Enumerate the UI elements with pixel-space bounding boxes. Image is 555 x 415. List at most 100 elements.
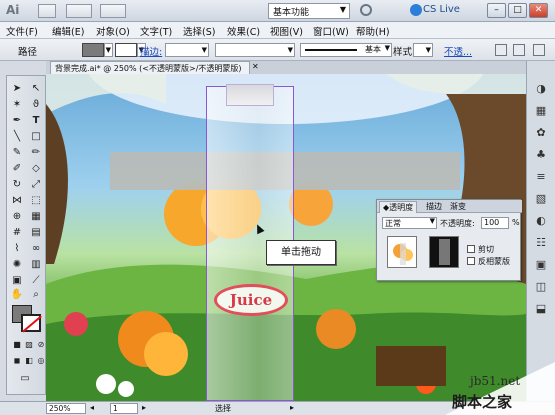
status-text: 选择 xyxy=(215,404,231,413)
symbol-sprayer-tool-icon[interactable]: ✺ xyxy=(9,258,25,272)
appearance-panel-icon[interactable]: ☷ xyxy=(533,235,549,251)
stroke-swatch[interactable] xyxy=(115,43,137,57)
menu-object[interactable]: 对象(O) xyxy=(96,24,130,38)
rectangle-tool-icon[interactable]: □ xyxy=(28,130,44,144)
status-arrow-icon[interactable]: ▸ xyxy=(290,403,294,412)
tab-transparency[interactable]: ◆透明度 xyxy=(379,201,418,213)
watermark-name: 脚本之家 xyxy=(452,393,513,411)
menu-window[interactable]: 窗口(W) xyxy=(313,24,349,38)
stroke-link[interactable]: 描边: xyxy=(140,44,162,58)
paintbrush-tool-icon[interactable]: ✎ xyxy=(9,146,25,160)
zoom-tool-icon[interactable]: ⌕ xyxy=(28,288,44,302)
column-graph-tool-icon[interactable]: ▥ xyxy=(28,258,44,272)
transparency-panel-icon[interactable]: ◐ xyxy=(533,213,549,229)
brushes-panel-icon[interactable]: ✿ xyxy=(533,125,549,141)
stroke-weight-field[interactable]: ▼ xyxy=(165,43,209,57)
slice-tool-icon[interactable]: ⟋ xyxy=(28,274,44,288)
line-tool-icon[interactable]: ╲ xyxy=(9,130,25,144)
tools-panel: ➤ ↖ ✶ ϑ ✒ T ╲ □ ✎ ✏ ✐ ◇ ↻ ⤢ ⋈ ⬚ ⊕ ▦ # ▤ … xyxy=(6,75,46,395)
layers-panel-icon[interactable]: ◫ xyxy=(533,279,549,295)
lasso-tool-icon[interactable]: ϑ xyxy=(28,98,44,112)
chevron-down-icon: ▼ xyxy=(429,217,435,225)
eyedropper-tool-icon[interactable]: ⌇ xyxy=(9,242,25,256)
tab-stroke[interactable]: 描边 xyxy=(423,201,445,213)
brush-definition-dropdown[interactable]: 基本 ▼ xyxy=(300,43,392,57)
symbols-panel-icon[interactable]: ♣ xyxy=(533,147,549,163)
clip-label: 剪切 xyxy=(478,245,494,254)
previous-artboard-icon[interactable]: ◂ xyxy=(90,403,94,412)
cslive-icon[interactable] xyxy=(410,4,422,16)
eraser-tool-icon[interactable]: ◇ xyxy=(28,162,44,176)
arrange-documents-icon[interactable] xyxy=(66,4,92,18)
close-button[interactable]: ✕ xyxy=(529,3,548,18)
opacity-mask-thumbnail[interactable] xyxy=(429,236,459,268)
next-artboard-icon[interactable]: ▸ xyxy=(142,403,146,412)
brush-style-label: 基本 xyxy=(365,45,381,54)
pen-tool-icon[interactable]: ✒ xyxy=(9,114,25,128)
tab-gradient[interactable]: 渐变 xyxy=(447,201,469,213)
clip-checkbox[interactable] xyxy=(467,245,475,253)
direct-selection-tool-icon[interactable]: ↖ xyxy=(28,82,44,96)
hand-tool-icon[interactable]: ✋ xyxy=(9,288,25,302)
menu-file[interactable]: 文件(F) xyxy=(6,24,38,38)
scale-tool-icon[interactable]: ⤢ xyxy=(28,178,44,192)
fill-swatch[interactable] xyxy=(82,43,104,57)
menu-edit[interactable]: 编辑(E) xyxy=(52,24,84,38)
minimize-button[interactable]: – xyxy=(487,3,506,18)
graphic-style-dropdown[interactable]: ▼ xyxy=(413,43,433,57)
juice-logo: Juice xyxy=(214,284,288,316)
menu-effect[interactable]: 效果(C) xyxy=(227,24,260,38)
color-panel-icon[interactable]: ◑ xyxy=(533,81,549,97)
invert-mask-label: 反相蒙版 xyxy=(478,257,510,266)
type-tool-icon[interactable]: T xyxy=(28,114,44,128)
gradient-tool-icon[interactable]: ▤ xyxy=(28,226,44,240)
opacity-link[interactable]: 不透... xyxy=(444,44,472,58)
chevron-down-icon: ▼ xyxy=(339,5,346,14)
align-icon[interactable] xyxy=(495,44,507,56)
selection-tool-icon[interactable]: ➤ xyxy=(9,82,25,96)
menu-view[interactable]: 视图(V) xyxy=(270,24,303,38)
app-logo: Ai xyxy=(6,3,20,17)
magic-wand-tool-icon[interactable]: ✶ xyxy=(9,98,25,112)
panel-menu-icon[interactable] xyxy=(533,44,545,56)
screen-mode-icon[interactable] xyxy=(100,4,126,18)
mesh-tool-icon[interactable]: # xyxy=(9,226,25,240)
perspective-grid-tool-icon[interactable]: ▦ xyxy=(28,210,44,224)
workspace-dropdown[interactable]: 基本功能 ▼ xyxy=(268,3,350,19)
menu-select[interactable]: 选择(S) xyxy=(183,24,215,38)
artwork-thumbnail[interactable] xyxy=(387,236,417,268)
width-tool-icon[interactable]: ⋈ xyxy=(9,194,25,208)
invert-mask-checkbox[interactable] xyxy=(467,257,475,265)
search-icon[interactable] xyxy=(360,4,372,16)
pencil-tool-icon[interactable]: ✏ xyxy=(28,146,44,160)
artboard-tool-icon[interactable]: ▣ xyxy=(9,274,25,288)
artboards-panel-icon[interactable]: ⬓ xyxy=(533,301,549,317)
bridge-icon[interactable] xyxy=(38,4,56,18)
close-tab-icon[interactable]: ✕ xyxy=(252,62,259,71)
transform-icon[interactable] xyxy=(513,44,525,56)
change-screen-mode-icon[interactable]: ▭ xyxy=(17,372,33,386)
swatches-panel-icon[interactable]: ▦ xyxy=(533,103,549,119)
blob-brush-tool-icon[interactable]: ✐ xyxy=(9,162,25,176)
gradient-panel-icon[interactable]: ▧ xyxy=(533,191,549,207)
shape-builder-tool-icon[interactable]: ⊕ xyxy=(9,210,25,224)
control-bar: 路径 ▼ ▼ 描边: ▼ ▼ 基本 ▼ 样式: ▼ 不透... xyxy=(0,39,555,61)
stroke-panel-icon[interactable]: ≡ xyxy=(533,169,549,185)
artboard-number-dropdown[interactable]: 1 xyxy=(110,403,138,414)
opacity-field[interactable]: 100 xyxy=(481,217,509,229)
maximize-button[interactable]: □ xyxy=(508,3,527,18)
document-tab[interactable]: 背景完成.ai* @ 250% (<不透明蒙版>/不透明蒙版) xyxy=(50,61,250,74)
rotate-tool-icon[interactable]: ↻ xyxy=(9,178,25,192)
blend-mode-dropdown[interactable]: 正常 ▼ xyxy=(382,217,437,229)
stroke-color-box[interactable] xyxy=(21,314,41,332)
right-panel-dock: ◑ ▦ ✿ ♣ ≡ ▧ ◐ ☷ ▣ ◫ ⬓ xyxy=(526,61,555,401)
blend-tool-icon[interactable]: ∞ xyxy=(28,242,44,256)
menu-type[interactable]: 文字(T) xyxy=(140,24,172,38)
menu-help[interactable]: 帮助(H) xyxy=(356,24,390,38)
graphic-styles-panel-icon[interactable]: ▣ xyxy=(533,257,549,273)
fill-dropdown[interactable]: ▼ xyxy=(104,43,113,57)
free-transform-tool-icon[interactable]: ⬚ xyxy=(28,194,44,208)
variable-width-dropdown[interactable]: ▼ xyxy=(215,43,295,57)
cslive-button[interactable]: CS Live xyxy=(423,4,460,15)
zoom-dropdown[interactable]: 250% xyxy=(46,403,86,414)
